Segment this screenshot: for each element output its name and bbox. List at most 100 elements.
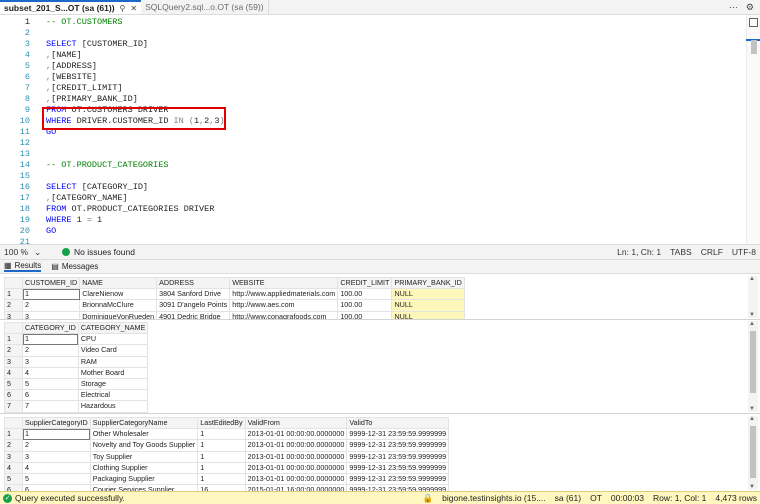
row-number[interactable]: 6 (4, 389, 23, 402)
table-cell[interactable]: http://www.aes.com (229, 299, 339, 312)
more-icon[interactable]: ⋯ (729, 2, 738, 13)
row-number[interactable]: 1 (4, 428, 23, 441)
table-cell[interactable]: 2013-01-01 00:00:00.0000000 (244, 439, 348, 452)
tab-sqlquery2[interactable]: SQLQuery2.sql...o.OT (sa (59)) (141, 0, 269, 14)
row-number-header[interactable] (4, 276, 23, 290)
row-number[interactable]: 2 (4, 344, 23, 357)
table-cell[interactable]: CPU (77, 333, 149, 346)
indent-mode[interactable]: TABS (670, 247, 692, 257)
table-row[interactable]: 7 7 Hazardous (4, 400, 149, 413)
column-header[interactable]: CUSTOMER_ID (21, 276, 81, 290)
table-cell[interactable]: 2 (22, 439, 91, 452)
table-row[interactable]: 5 5 Packaging Supplier 1 2013-01-01 00:00:00… (4, 473, 450, 486)
table-cell[interactable]: ClareNienow (79, 288, 158, 301)
table-cell[interactable]: Hazardous (77, 400, 149, 413)
table-cell[interactable]: 2 (22, 344, 79, 357)
table-cell[interactable]: 1 (22, 333, 79, 346)
pin-icon[interactable]: ⚲ (120, 4, 126, 13)
row-number[interactable]: 3 (4, 450, 23, 463)
tab-results[interactable]: ▦ Results (4, 261, 42, 272)
encoding[interactable]: UTF-8 (732, 247, 756, 257)
line-ending[interactable]: CRLF (701, 247, 723, 257)
table-row[interactable]: 2 2 Video Card (4, 344, 149, 357)
scroll-thumb[interactable] (750, 331, 756, 393)
table-cell[interactable]: 100.00 (337, 288, 393, 301)
code-line[interactable]: ,[PRIMARY_BANK_ID] (46, 94, 138, 105)
table-row[interactable]: 5 5 Storage (4, 378, 149, 391)
row-number[interactable]: 4 (4, 366, 23, 380)
code-line[interactable]: GO (46, 226, 56, 237)
table-cell[interactable]: 8 (22, 411, 79, 413)
column-header[interactable]: SupplierCategoryID (22, 416, 91, 430)
editor-vertical-scrollbar[interactable] (746, 15, 760, 244)
table-cell[interactable]: 3 (21, 310, 81, 319)
code-line[interactable]: ,[WEBSITE] (46, 72, 97, 83)
table-cell[interactable]: 2013-01-01 00:00:00.0000000 (244, 428, 348, 441)
table-cell[interactable]: Other Wholesaler (89, 428, 199, 441)
close-icon[interactable]: ✕ (130, 4, 137, 13)
code-line[interactable]: ,[NAME] (46, 50, 82, 61)
table-cell[interactable]: 2 (21, 299, 81, 312)
results-grid-categories[interactable]: CATEGORY_ID CATEGORY_NAME 1 1 CPU 2 2 Video C… (0, 320, 760, 414)
table-row[interactable]: 3 3 RAM (4, 355, 149, 368)
table-cell[interactable]: NULL (391, 299, 465, 312)
results-grid-customers[interactable]: CUSTOMER_ID NAME ADDRESS WEBSITE CREDIT_… (0, 275, 760, 320)
column-header[interactable]: ADDRESS (156, 276, 231, 290)
table-cell[interactable]: Retail (77, 411, 149, 413)
row-number[interactable]: 3 (4, 355, 23, 368)
scroll-thumb[interactable] (750, 426, 756, 478)
table-cell[interactable]: 5 (22, 473, 91, 486)
grid-scrollbar[interactable]: ▲ ▼ (748, 321, 758, 412)
table-cell[interactable]: 3091 D'angelo Points (156, 299, 231, 312)
column-header[interactable]: ValidTo (346, 416, 450, 430)
grid-scrollbar[interactable]: ▲ ▼ (748, 276, 758, 318)
code-line[interactable]: SELECT [CUSTOMER_ID] (46, 39, 148, 50)
table-cell[interactable]: 4 (22, 461, 91, 475)
scroll-up-icon[interactable]: ▲ (749, 416, 755, 422)
code-line[interactable]: ,[CREDIT_LIMIT] (46, 83, 123, 94)
table-cell[interactable]: 1 (22, 428, 91, 441)
table-cell[interactable]: 9999-12-31 23:59:59.9999999 (346, 473, 450, 486)
scroll-up-icon[interactable]: ▲ (749, 276, 755, 282)
table-cell[interactable]: RAM (77, 355, 149, 368)
code-line[interactable]: SELECT [CATEGORY_ID] (46, 182, 148, 193)
cursor-position[interactable]: Ln: 1, Ch: 1 (617, 247, 661, 257)
table-row[interactable]: 3 3 DominiqueVonRueden 4901 Dedric Bridge ht… (4, 310, 465, 319)
zoom-select[interactable]: 100 % ⌄ (4, 247, 44, 258)
table-row[interactable]: 4 4 Clothing Supplier 1 2013-01-01 00:00:00.… (4, 461, 450, 475)
scroll-thumb[interactable] (751, 40, 757, 54)
row-number[interactable]: 2 (4, 299, 23, 312)
table-cell[interactable]: DominiqueVonRueden (79, 310, 158, 319)
table-cell[interactable]: Storage (77, 378, 149, 391)
row-number[interactable]: 5 (4, 378, 23, 391)
settings-icon[interactable]: ⚙ (746, 2, 754, 13)
results-grid-supplier-categories[interactable]: SupplierCategoryID SupplierCategoryName … (0, 415, 760, 491)
scroll-down-icon[interactable]: ▼ (749, 312, 755, 318)
issues-indicator[interactable]: No issues found (62, 247, 135, 257)
table-cell[interactable]: 9999-12-31 23:59:59.9999999 (346, 439, 450, 452)
table-cell[interactable]: 3804 Sanford Drive (156, 288, 231, 301)
table-cell[interactable]: Novelty and Toy Goods Supplier (89, 439, 199, 452)
tab-messages[interactable]: ▤ Messages (51, 262, 98, 271)
table-cell[interactable]: 1 (197, 439, 246, 452)
table-cell[interactable]: Toy Supplier (89, 450, 199, 463)
table-row[interactable]: 4 4 Mother Board (4, 366, 149, 380)
tab-subset-query[interactable]: subset_201_S...OT (sa (61)) ⚲ ✕ (0, 0, 142, 14)
row-number[interactable]: 4 (4, 461, 23, 475)
row-number[interactable]: 1 (4, 333, 23, 346)
table-cell[interactable]: Video Card (77, 344, 149, 357)
table-row[interactable]: 6 6 Electrical (4, 389, 149, 402)
table-cell[interactable]: 9999-12-31 23:59:59.9999999 (346, 461, 450, 475)
column-header[interactable]: CATEGORY_NAME (77, 321, 149, 335)
column-header[interactable]: NAME (79, 276, 158, 290)
scroll-up-icon[interactable]: ▲ (749, 321, 755, 327)
sql-editor[interactable]: 1 2 3 4 5 6 7 8 9 10 11 12 13 14 15 16 17 18 19 20 21 -- OT.… (0, 15, 760, 244)
table-cell[interactable]: 1 (197, 428, 246, 441)
row-number[interactable]: 5 (4, 473, 23, 486)
column-header[interactable]: SupplierCategoryName (89, 416, 199, 430)
row-number[interactable]: 8 (4, 411, 23, 413)
table-cell[interactable]: Electrical (77, 389, 149, 402)
row-number-header[interactable] (4, 321, 23, 335)
table-row[interactable]: 88Retail (4, 411, 149, 413)
column-header[interactable]: LastEditedBy (197, 416, 246, 430)
